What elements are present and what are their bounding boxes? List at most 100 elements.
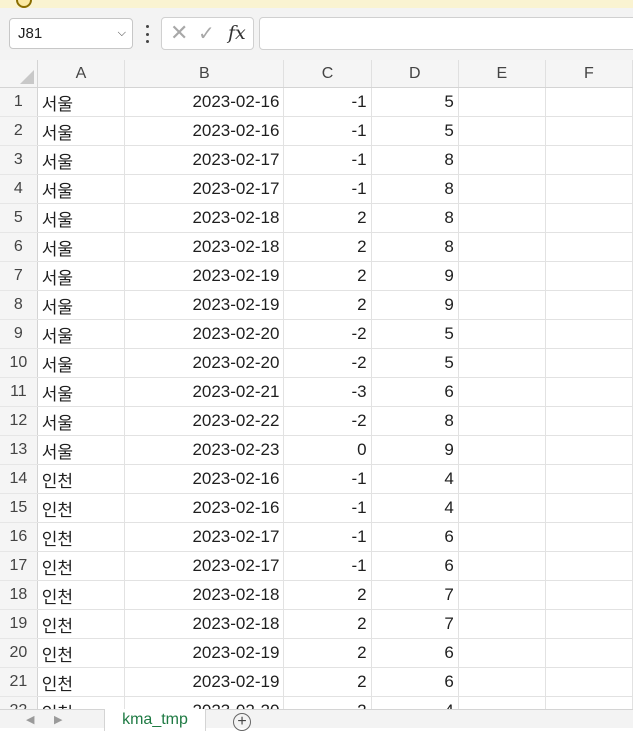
- cell-b[interactable]: 2023-02-17: [124, 551, 285, 581]
- prev-sheet-icon[interactable]: ◀: [26, 713, 34, 726]
- cell-e[interactable]: [458, 435, 546, 465]
- row-header[interactable]: 12: [0, 406, 38, 436]
- cell-e[interactable]: [458, 145, 546, 175]
- cell-d[interactable]: 7: [371, 609, 459, 639]
- cell-c[interactable]: 2: [283, 667, 372, 697]
- cell-f[interactable]: [545, 232, 633, 262]
- cell-c[interactable]: 2: [283, 609, 372, 639]
- cell-a[interactable]: 서울: [37, 145, 126, 175]
- row-header[interactable]: 4: [0, 174, 38, 204]
- cell-d[interactable]: 6: [371, 638, 459, 668]
- cell-a[interactable]: 서울: [37, 348, 126, 378]
- cell-d[interactable]: 8: [371, 203, 459, 233]
- column-header-f[interactable]: F: [545, 60, 633, 88]
- cell-f[interactable]: [545, 87, 633, 117]
- cell-d[interactable]: 4: [371, 493, 459, 523]
- enter-icon[interactable]: ✓: [198, 22, 215, 46]
- cell-b[interactable]: 2023-02-23: [124, 435, 285, 465]
- cell-e[interactable]: [458, 406, 546, 436]
- cell-e[interactable]: [458, 580, 546, 610]
- next-sheet-icon[interactable]: ▶: [54, 713, 62, 726]
- cell-c[interactable]: 2: [283, 232, 372, 262]
- cell-a[interactable]: 인천: [37, 580, 126, 610]
- cell-e[interactable]: [458, 261, 546, 291]
- cell-b[interactable]: 2023-02-16: [124, 87, 285, 117]
- row-header[interactable]: 10: [0, 348, 38, 378]
- cell-d[interactable]: 6: [371, 551, 459, 581]
- formula-input[interactable]: [259, 17, 633, 50]
- row-header[interactable]: 16: [0, 522, 38, 552]
- cell-e[interactable]: [458, 203, 546, 233]
- cell-e[interactable]: [458, 87, 546, 117]
- cell-d[interactable]: 5: [371, 319, 459, 349]
- cell-d[interactable]: 9: [371, 290, 459, 320]
- cell-c[interactable]: -3: [283, 377, 372, 407]
- cell-b[interactable]: 2023-02-17: [124, 522, 285, 552]
- insert-function-icon[interactable]: fx: [228, 21, 246, 45]
- cell-b[interactable]: 2023-02-22: [124, 406, 285, 436]
- cell-c[interactable]: -1: [283, 174, 372, 204]
- cell-c[interactable]: 2: [283, 203, 372, 233]
- cell-a[interactable]: 서울: [37, 406, 126, 436]
- row-header[interactable]: 13: [0, 435, 38, 465]
- row-header[interactable]: 15: [0, 493, 38, 523]
- cell-b[interactable]: 2023-02-17: [124, 174, 285, 204]
- cell-b[interactable]: 2023-02-20: [124, 319, 285, 349]
- cell-e[interactable]: [458, 522, 546, 552]
- cell-f[interactable]: [545, 174, 633, 204]
- row-header[interactable]: 14: [0, 464, 38, 494]
- row-header[interactable]: 17: [0, 551, 38, 581]
- cell-b[interactable]: 2023-02-18: [124, 609, 285, 639]
- sheet-tab-kma-tmp[interactable]: kma_tmp: [104, 709, 206, 731]
- cell-c[interactable]: -2: [283, 319, 372, 349]
- cell-e[interactable]: [458, 609, 546, 639]
- cell-a[interactable]: 인천: [37, 551, 126, 581]
- more-options-icon[interactable]: [143, 25, 151, 43]
- cell-f[interactable]: [545, 464, 633, 494]
- cell-f[interactable]: [545, 203, 633, 233]
- row-header[interactable]: 7: [0, 261, 38, 291]
- cell-e[interactable]: [458, 377, 546, 407]
- cell-f[interactable]: [545, 551, 633, 581]
- cell-a[interactable]: 인천: [37, 638, 126, 668]
- row-header[interactable]: 2: [0, 116, 38, 146]
- cell-f[interactable]: [545, 406, 633, 436]
- cell-c[interactable]: -1: [283, 145, 372, 175]
- cell-a[interactable]: 서울: [37, 87, 126, 117]
- cell-b[interactable]: 2023-02-16: [124, 116, 285, 146]
- cell-e[interactable]: [458, 638, 546, 668]
- cell-d[interactable]: 6: [371, 667, 459, 697]
- cell-f[interactable]: [545, 667, 633, 697]
- cell-b[interactable]: 2023-02-19: [124, 667, 285, 697]
- cell-b[interactable]: 2023-02-21: [124, 377, 285, 407]
- cell-b[interactable]: 2023-02-19: [124, 290, 285, 320]
- cell-b[interactable]: 2023-02-17: [124, 145, 285, 175]
- cell-d[interactable]: 6: [371, 377, 459, 407]
- cell-a[interactable]: 서울: [37, 377, 126, 407]
- cell-d[interactable]: 9: [371, 261, 459, 291]
- cell-d[interactable]: 8: [371, 232, 459, 262]
- cell-f[interactable]: [545, 290, 633, 320]
- cell-c[interactable]: -1: [283, 551, 372, 581]
- row-header[interactable]: 11: [0, 377, 38, 407]
- cell-a[interactable]: 서울: [37, 319, 126, 349]
- name-box[interactable]: J81 ⌵: [9, 18, 133, 49]
- cell-a[interactable]: 인천: [37, 464, 126, 494]
- cell-f[interactable]: [545, 319, 633, 349]
- chevron-down-icon[interactable]: ⌵: [118, 19, 126, 48]
- cell-d[interactable]: 7: [371, 580, 459, 610]
- cell-b[interactable]: 2023-02-18: [124, 580, 285, 610]
- row-header[interactable]: 18: [0, 580, 38, 610]
- row-header[interactable]: 3: [0, 145, 38, 175]
- cell-b[interactable]: 2023-02-19: [124, 261, 285, 291]
- cell-a[interactable]: 인천: [37, 609, 126, 639]
- cell-c[interactable]: -2: [283, 348, 372, 378]
- column-header-a[interactable]: A: [37, 60, 126, 88]
- cell-a[interactable]: 서울: [37, 203, 126, 233]
- cell-d[interactable]: 8: [371, 174, 459, 204]
- row-header[interactable]: 5: [0, 203, 38, 233]
- cell-d[interactable]: 8: [371, 406, 459, 436]
- column-header-e[interactable]: E: [458, 60, 546, 88]
- cell-a[interactable]: 서울: [37, 290, 126, 320]
- cell-c[interactable]: 2: [283, 580, 372, 610]
